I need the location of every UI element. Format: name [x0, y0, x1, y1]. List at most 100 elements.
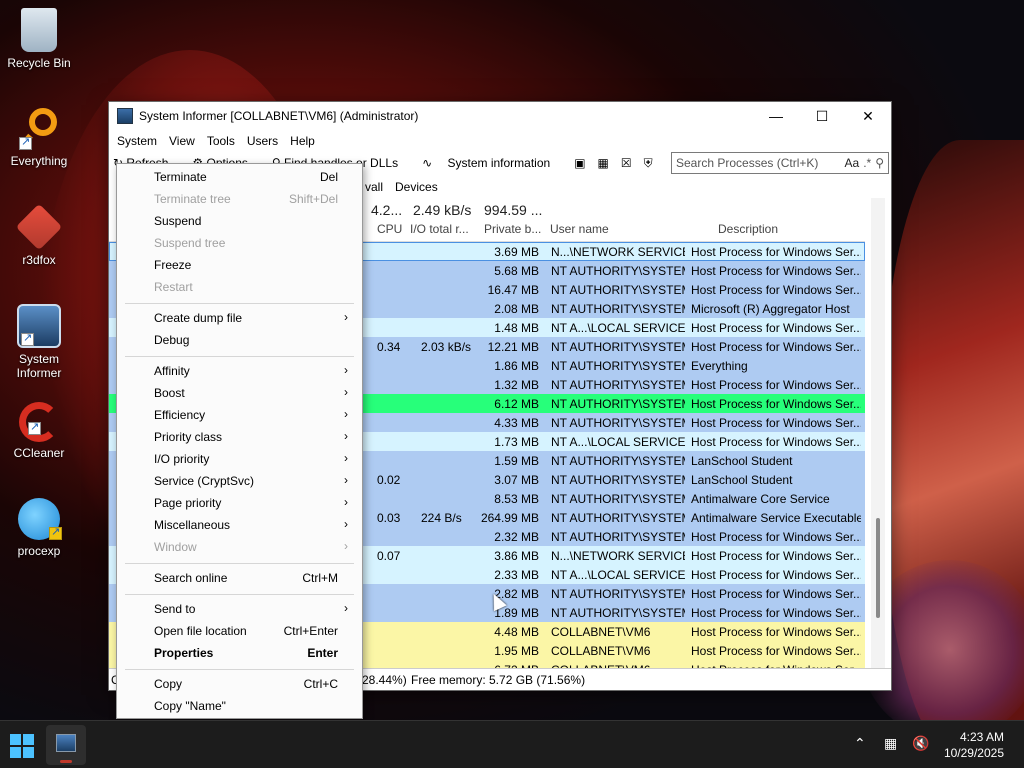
- menu-item-copy[interactable]: Copy Ctrl+C: [117, 673, 362, 695]
- column-io-total[interactable]: I/O total r...: [410, 222, 469, 236]
- menu-item-debug[interactable]: Debug: [117, 329, 362, 351]
- menu-item-service-cryptsvc[interactable]: Service (CryptSvc) ›: [117, 470, 362, 492]
- title-bar[interactable]: System Informer [COLLABNET\VM6] (Adminis…: [109, 102, 891, 130]
- menu-item-priority-class[interactable]: Priority class ›: [117, 426, 362, 448]
- window-find-icon[interactable]: ▦: [598, 156, 609, 170]
- cell-user-name: NT A...\LOCAL SERVICE: [551, 568, 685, 582]
- menu-item-miscellaneous[interactable]: Miscellaneous ›: [117, 514, 362, 536]
- desktop-icon-label-line2: Informer: [16, 366, 62, 380]
- close-button[interactable]: ✕: [845, 102, 891, 130]
- cell-description: Host Process for Windows Ser...: [691, 606, 861, 620]
- cell-cpu: 0.02: [377, 473, 401, 487]
- system-information-button[interactable]: ∿ System information: [422, 156, 562, 170]
- menu-item-properties[interactable]: Properties Enter: [117, 642, 362, 664]
- system-clock[interactable]: 4:23 AM 10/29/2025: [944, 729, 1004, 761]
- chevron-up-icon[interactable]: ⌃: [854, 735, 866, 752]
- cell-user-name: N...\NETWORK SERVICE: [551, 245, 685, 259]
- column-user-name[interactable]: User name: [550, 222, 609, 236]
- menu-item-label: Efficiency: [154, 408, 206, 422]
- menu-item-terminate[interactable]: Terminate Del: [117, 166, 362, 188]
- scrollbar-thumb[interactable]: [876, 518, 880, 618]
- maximize-button[interactable]: ☐: [799, 102, 845, 130]
- menu-item-label: Restart: [154, 280, 193, 294]
- cell-private-bytes: 264.99 MB: [480, 511, 539, 525]
- chevron-right-icon: ›: [344, 385, 348, 399]
- menu-view[interactable]: View: [163, 134, 201, 148]
- shortcut-arrow-icon: [19, 135, 32, 150]
- menu-item-label: Create dump file: [154, 311, 243, 325]
- chevron-right-icon: ›: [344, 429, 348, 443]
- chevron-right-icon: ›: [344, 517, 348, 531]
- cell-private-bytes: 6.12 MB: [494, 397, 539, 411]
- cell-description: Host Process for Windows Ser...: [691, 245, 861, 259]
- cell-description: Host Process for Windows Ser...: [691, 549, 861, 563]
- tab-firewall[interactable]: vall: [359, 178, 389, 198]
- menu-item-page-priority[interactable]: Page priority ›: [117, 492, 362, 514]
- network-icon[interactable]: ▦: [884, 735, 897, 752]
- menu-item-terminate-tree: Terminate tree Shift+Del: [117, 188, 362, 210]
- menu-item-freeze[interactable]: Freeze: [117, 254, 362, 276]
- cell-description: Antimalware Core Service: [691, 492, 830, 506]
- cell-io-total: 2.03 kB/s: [421, 340, 472, 354]
- menu-item-open-file-location[interactable]: Open file location Ctrl+Enter: [117, 620, 362, 642]
- cell-private-bytes: 1.89 MB: [494, 606, 539, 620]
- cell-private-bytes: 1.86 MB: [494, 359, 539, 373]
- menu-item-suspend[interactable]: Suspend: [117, 210, 362, 232]
- tab-devices[interactable]: Devices: [389, 178, 444, 198]
- desktop-icon-system-informer[interactable]: System Informer: [0, 304, 78, 380]
- search-processes-input[interactable]: Search Processes (Ctrl+K) Aa .* ⚲: [671, 152, 889, 174]
- menu-item-label: Copy "Name": [154, 699, 226, 713]
- cell-user-name: NT A...\LOCAL SERVICE: [551, 435, 685, 449]
- cell-description: Host Process for Windows Ser...: [691, 530, 861, 544]
- menu-item-copy-name[interactable]: Copy "Name": [117, 695, 362, 717]
- process-context-menu[interactable]: Terminate Del Terminate tree Shift+Del Suspe…: [116, 163, 363, 719]
- menu-item-efficiency[interactable]: Efficiency ›: [117, 404, 362, 426]
- search-icon[interactable]: ⚲: [875, 156, 884, 170]
- column-description[interactable]: Description: [718, 222, 778, 236]
- menu-item-affinity[interactable]: Affinity ›: [117, 360, 362, 382]
- menu-item-label: Terminate tree: [154, 192, 231, 206]
- chevron-right-icon: ›: [344, 601, 348, 615]
- column-private-bytes[interactable]: Private b...: [484, 222, 541, 236]
- desktop-icon-ccleaner[interactable]: CCleaner: [0, 402, 78, 460]
- menu-item-search-online[interactable]: Search online Ctrl+M: [117, 567, 362, 589]
- cell-private-bytes: 16.47 MB: [487, 283, 539, 297]
- running-indicator: [60, 760, 72, 763]
- menu-help[interactable]: Help: [284, 134, 321, 148]
- desktop-icon-r3dfox[interactable]: r3dfox: [0, 203, 78, 267]
- desktop-icon-procexp[interactable]: procexp: [0, 498, 78, 558]
- menu-item-label: Suspend tree: [154, 236, 226, 250]
- menu-item-label: I/O priority: [154, 452, 210, 466]
- volume-muted-icon[interactable]: 🔇: [912, 735, 929, 752]
- menu-item-label: Page priority: [154, 496, 222, 510]
- cell-description: Host Process for Windows Ser...: [691, 264, 861, 278]
- shield-icon[interactable]: ⛨: [644, 156, 653, 171]
- match-case-toggle[interactable]: Aa: [845, 156, 860, 170]
- cell-description: Host Process for Windows Ser...: [691, 321, 861, 335]
- menu-item-i-o-priority[interactable]: I/O priority ›: [117, 448, 362, 470]
- cell-description: Host Process for Windows Ser...: [691, 568, 861, 582]
- taskbar-system-informer[interactable]: [46, 725, 86, 765]
- menu-system[interactable]: System: [111, 134, 163, 148]
- menu-item-suspend-tree: Suspend tree: [117, 232, 362, 254]
- vertical-scrollbar[interactable]: [871, 198, 885, 670]
- cell-cpu: 0.34: [377, 340, 401, 354]
- column-cpu[interactable]: CPU: [377, 222, 402, 236]
- menu-users[interactable]: Users: [241, 134, 284, 148]
- start-button[interactable]: [10, 734, 34, 758]
- menu-item-boost[interactable]: Boost ›: [117, 382, 362, 404]
- menu-item-label: Copy: [154, 677, 183, 691]
- close-window-icon[interactable]: ☒: [621, 156, 632, 170]
- regex-icon[interactable]: .*: [863, 156, 871, 170]
- io-total: 2.49 kB/s: [413, 202, 472, 218]
- chevron-right-icon: ›: [344, 451, 348, 465]
- menu-tools[interactable]: Tools: [201, 134, 241, 148]
- window-icon[interactable]: ▣: [574, 156, 585, 170]
- menu-item-send-to[interactable]: Send to ›: [117, 598, 362, 620]
- desktop-icon-everything[interactable]: Everything: [0, 106, 78, 168]
- cell-user-name: NT AUTHORITY\SYSTEM: [551, 454, 685, 468]
- desktop-icon-recycle-bin[interactable]: Recycle Bin: [0, 8, 78, 70]
- cell-private-bytes: 12.21 MB: [487, 340, 539, 354]
- minimize-button[interactable]: —: [753, 102, 799, 130]
- menu-item-create-dump-file[interactable]: Create dump file ›: [117, 307, 362, 329]
